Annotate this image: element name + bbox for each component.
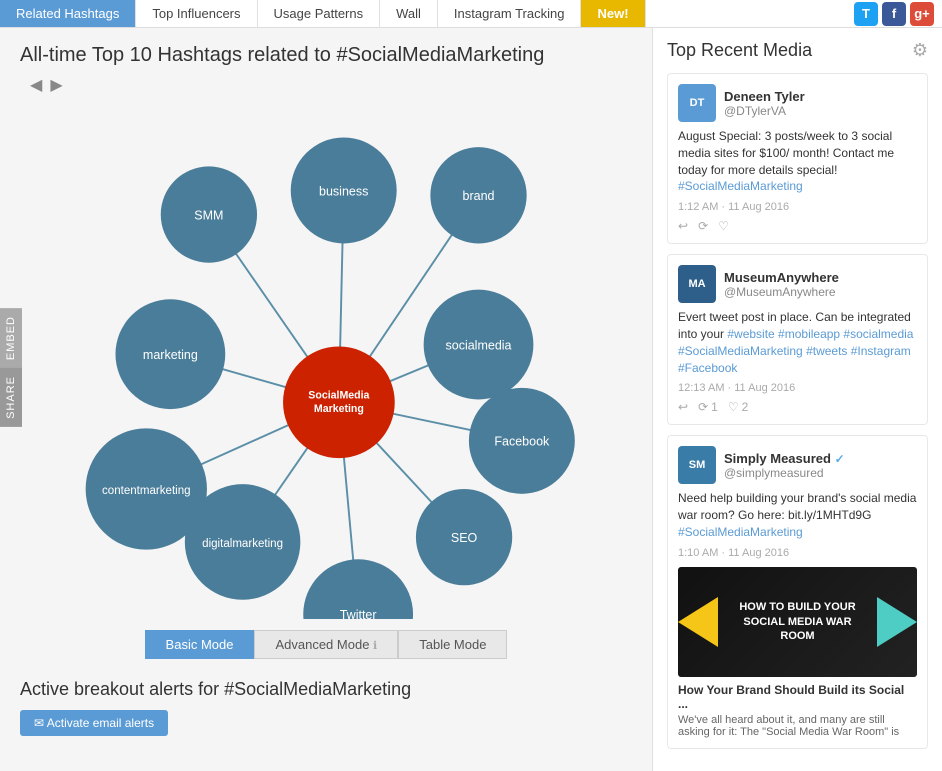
node-seo-label: SEO: [451, 531, 478, 545]
user-info: MuseumAnywhere @MuseumAnywhere: [724, 270, 839, 299]
node-marketing-label: marketing: [143, 348, 198, 362]
social-icons: T f g+: [854, 0, 942, 27]
node-smm-label: SMM: [194, 208, 223, 222]
viz-nav: ◀ ▶: [20, 75, 632, 95]
tab-new[interactable]: New!: [581, 0, 645, 27]
tweet-user: MA MuseumAnywhere @MuseumAnywhere: [678, 265, 917, 303]
left-panel: EMBED SHARE All-time Top 10 Hashtags rel…: [0, 28, 652, 771]
breakout-section: Active breakout alerts for #SocialMediaM…: [20, 679, 632, 736]
right-panel: Top Recent Media ⚙ DT Deneen Tyler @DTyl…: [652, 28, 942, 771]
tweet-text: Evert tweet post in place. Can be integr…: [678, 309, 917, 376]
gplus-icon[interactable]: g+: [910, 2, 934, 26]
node-facebook-label: Facebook: [494, 435, 550, 449]
arrow-right-icon: [877, 597, 917, 647]
node-digitalmarketing-label: digitalmarketing: [202, 538, 283, 550]
facebook-icon[interactable]: f: [882, 2, 906, 26]
side-buttons: EMBED SHARE: [0, 308, 22, 427]
tweet-card: MA MuseumAnywhere @MuseumAnywhere Evert …: [667, 254, 928, 425]
tweet-text: August Special: 3 posts/week to 3 social…: [678, 128, 917, 195]
embed-button[interactable]: EMBED: [0, 308, 22, 368]
tweet-actions: ↩ ⟳ ♡: [678, 219, 917, 233]
like-action[interactable]: ♡ 2: [728, 400, 748, 414]
user-handle: @simplymeasured: [724, 466, 845, 480]
user-name: Deneen Tyler: [724, 89, 805, 104]
media-caption: How Your Brand Should Build its Social .…: [678, 683, 917, 711]
tab-instagram-tracking[interactable]: Instagram Tracking: [438, 0, 582, 27]
tweet-card: SM Simply Measured ✓ @simplymeasured Nee…: [667, 435, 928, 748]
tweet-link[interactable]: #SocialMediaMarketing: [678, 525, 803, 539]
media-image-inner: HOW TO BUILD YOUR SOCIAL MEDIA WAR ROOM: [678, 567, 917, 677]
tweet-time: 12:13 AM · 11 Aug 2016: [678, 382, 917, 394]
advanced-mode-button[interactable]: Advanced Mode ℹ: [254, 630, 398, 659]
retweet-action[interactable]: ⟳ 1: [698, 400, 718, 414]
tab-wall[interactable]: Wall: [380, 0, 438, 27]
breakout-title: Active breakout alerts for #SocialMediaM…: [20, 679, 632, 700]
table-mode-button[interactable]: Table Mode: [398, 630, 507, 659]
avatar: SM: [678, 446, 716, 484]
avatar: MA: [678, 265, 716, 303]
center-node-label2: Marketing: [314, 403, 364, 415]
node-brand-label: brand: [463, 189, 495, 203]
tab-related-hashtags[interactable]: Related Hashtags: [0, 0, 136, 27]
nav-bar: Related Hashtags Top Influencers Usage P…: [0, 0, 942, 28]
activate-email-alerts-button[interactable]: ✉ Activate email alerts: [20, 710, 168, 736]
network-visualization: SMM business brand marketing socialmedia…: [20, 99, 600, 619]
main-content: EMBED SHARE All-time Top 10 Hashtags rel…: [0, 28, 942, 771]
basic-mode-button[interactable]: Basic Mode: [145, 630, 255, 659]
tweet-time: 1:12 AM · 11 Aug 2016: [678, 201, 917, 213]
user-info: Deneen Tyler @DTylerVA: [724, 89, 805, 118]
gear-icon[interactable]: ⚙: [912, 40, 928, 61]
media-arrows: HOW TO BUILD YOUR SOCIAL MEDIA WAR ROOM: [678, 597, 917, 647]
user-name: MuseumAnywhere: [724, 270, 839, 285]
mode-buttons: Basic Mode Advanced Mode ℹ Table Mode: [20, 630, 632, 659]
user-handle: @DTylerVA: [724, 104, 805, 118]
reply-action[interactable]: ↩: [678, 400, 688, 414]
node-contentmarketing-label: contentmarketing: [102, 485, 191, 497]
tweet-actions: ↩ ⟳ 1 ♡ 2: [678, 400, 917, 414]
node-twitter-label: Twitter: [340, 608, 377, 619]
node-socialmedia-label: socialmedia: [446, 338, 512, 352]
verified-icon: ✓: [835, 452, 845, 466]
node-business-label: business: [319, 184, 368, 198]
like-action[interactable]: ♡: [718, 219, 729, 233]
nav-prev-button[interactable]: ◀: [30, 75, 42, 95]
retweet-action[interactable]: ⟳: [698, 219, 708, 233]
media-image[interactable]: HOW TO BUILD YOUR SOCIAL MEDIA WAR ROOM: [678, 567, 917, 677]
tweet-text: Need help building your brand's social m…: [678, 490, 917, 540]
right-panel-header: Top Recent Media ⚙: [667, 40, 928, 61]
user-handle: @MuseumAnywhere: [724, 285, 839, 299]
tweet-time: 1:10 AM · 11 Aug 2016: [678, 547, 917, 559]
arrow-left-icon: [678, 597, 718, 647]
tab-usage-patterns[interactable]: Usage Patterns: [258, 0, 381, 27]
tweet-user: SM Simply Measured ✓ @simplymeasured: [678, 446, 917, 484]
nav-next-button[interactable]: ▶: [50, 75, 62, 95]
user-info: Simply Measured ✓ @simplymeasured: [724, 451, 845, 480]
share-button[interactable]: SHARE: [0, 368, 22, 427]
tweet-link[interactable]: #SocialMediaMarketing: [678, 179, 803, 193]
right-panel-title: Top Recent Media: [667, 40, 812, 61]
tweet-card: DT Deneen Tyler @DTylerVA August Special…: [667, 73, 928, 244]
page-title: All-time Top 10 Hashtags related to #Soc…: [20, 44, 632, 67]
media-text-overlay: HOW TO BUILD YOUR SOCIAL MEDIA WAR ROOM: [738, 600, 857, 643]
center-node-label: SocialMedia: [308, 389, 369, 401]
twitter-icon[interactable]: T: [854, 2, 878, 26]
media-desc: We've all heard about it, and many are s…: [678, 714, 917, 738]
user-name: Simply Measured ✓: [724, 451, 845, 466]
avatar: DT: [678, 84, 716, 122]
info-icon: ℹ: [373, 640, 377, 652]
reply-action[interactable]: ↩: [678, 219, 688, 233]
tab-top-influencers[interactable]: Top Influencers: [136, 0, 257, 27]
tweet-user: DT Deneen Tyler @DTylerVA: [678, 84, 917, 122]
